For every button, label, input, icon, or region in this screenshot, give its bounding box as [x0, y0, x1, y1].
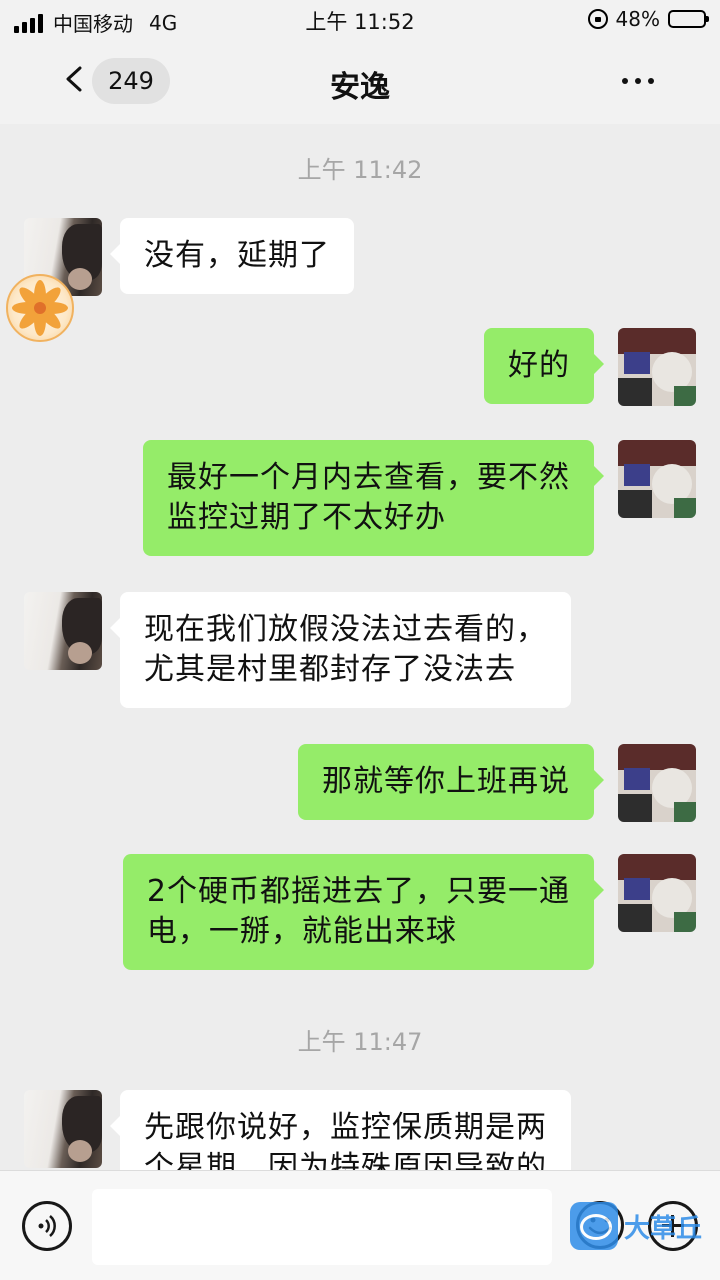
self-avatar[interactable] [618, 744, 696, 822]
message-timestamp: 上午 11:47 [297, 1028, 423, 1056]
watermark-logo-icon [570, 1202, 618, 1250]
battery-percent: 48% [615, 7, 660, 31]
contact-avatar[interactable] [24, 592, 102, 670]
nav-bar: 249 安逸 [0, 40, 720, 124]
message-line: 2个硬币都摇进去了，只要一通 [146, 874, 570, 909]
message-line: 现在我们放假没法过去看的， [144, 612, 547, 647]
message-bubble-outgoing[interactable]: 那就等你上班再说 [298, 744, 604, 820]
self-avatar[interactable] [618, 854, 696, 932]
message-line: 最好一个月内去查看，要不然 [167, 460, 570, 495]
message-input[interactable] [92, 1189, 552, 1265]
chat-title: 安逸 [330, 70, 390, 105]
contact-avatar[interactable] [24, 1090, 102, 1168]
dot-icon [622, 78, 628, 84]
watermark-text: 大草丘 [624, 1213, 703, 1244]
flower-sticker-icon [6, 274, 74, 342]
message-line: 先跟你说好，监控保质期是两 [144, 1110, 547, 1145]
message-bubble-incoming[interactable]: 没有，延期了 [110, 218, 354, 294]
dot-icon [635, 78, 641, 84]
self-avatar[interactable] [618, 440, 696, 518]
message-line: 监控过期了不太好办 [167, 500, 446, 535]
watermark: 大草丘 [570, 1202, 702, 1250]
message-bubble-outgoing[interactable]: 最好一个月内去查看，要不然 监控过期了不太好办 [143, 440, 604, 556]
message-line: 尤其是村里都封存了没法去 [144, 652, 516, 687]
dot-icon [648, 78, 654, 84]
rotation-lock-icon [587, 9, 608, 29]
message-bubble-incoming[interactable]: 先跟你说好，监控保质期是两 个星期，因为特殊原因导致的 [110, 1090, 571, 1170]
status-right: 48% [587, 7, 709, 31]
message-bubble-outgoing[interactable]: 好的 [484, 328, 604, 404]
self-avatar[interactable] [618, 328, 696, 406]
more-options-button[interactable] [622, 78, 654, 84]
status-bar: 中国移动 4G 上午 11:52 48% [0, 0, 720, 40]
voice-input-button[interactable] [22, 1201, 72, 1251]
message-line: 个星期，因为特殊原因导致的 [144, 1150, 547, 1170]
message-line: 电，一掰，就能出来球 [146, 914, 457, 949]
message-bubble-incoming[interactable]: 现在我们放假没法过去看的， 尤其是村里都封存了没法去 [110, 592, 571, 708]
battery-icon [668, 10, 709, 28]
message-timestamp: 上午 11:42 [297, 156, 423, 184]
voice-icon [38, 1215, 56, 1237]
chat-area[interactable]: 上午 11:42 没有，延期了 好的 最好一个月内去查看，要不然 监控过期了不太… [0, 124, 720, 1170]
message-bubble-outgoing[interactable]: 2个硬币都摇进去了，只要一通 电，一掰，就能出来球 [122, 854, 605, 970]
